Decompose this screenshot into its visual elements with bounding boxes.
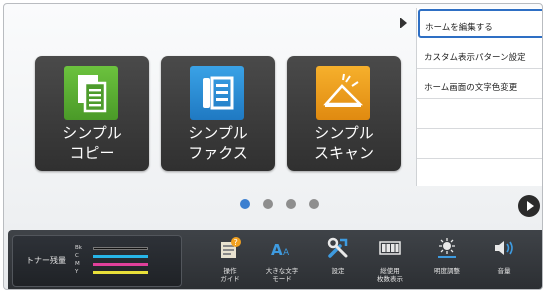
page-dot[interactable] xyxy=(286,199,296,209)
toner-label: トナー残量 xyxy=(26,256,66,265)
page-dot-active[interactable] xyxy=(240,199,250,209)
action-panel: ホームを編集する カスタム表示パターン設定 ホーム画面の文字色変更 xyxy=(416,8,542,189)
volume-icon xyxy=(495,241,513,255)
menu-item-custom-pattern[interactable]: カスタム表示パターン設定 xyxy=(417,39,542,69)
next-page-button[interactable] xyxy=(518,195,540,217)
settings-button[interactable]: 設定 xyxy=(314,232,362,289)
svg-text:A: A xyxy=(271,241,283,259)
brightness-icon xyxy=(438,238,456,258)
menu-item-empty xyxy=(417,159,542,189)
toner-row-black: Bk xyxy=(75,245,175,252)
simple-scan-tile[interactable]: シンプル スキャン xyxy=(287,56,401,171)
operation-guide-button[interactable]: ? 操作 ガイド xyxy=(206,232,254,289)
volume-button[interactable]: 音量 xyxy=(480,232,528,289)
page-indicator xyxy=(240,199,319,209)
simple-copy-tile[interactable]: シンプル コピー xyxy=(35,56,149,171)
simple-fax-tile[interactable]: シンプル ファクス xyxy=(161,56,275,171)
total-count-button[interactable]: 総使用 枚数表示 xyxy=(366,232,414,289)
scan-icon xyxy=(316,66,370,120)
home-screen: シンプル コピー シンプル ファクス シンプル スキャン ホームを編集する カス… xyxy=(3,3,543,290)
page-dot[interactable] xyxy=(263,199,273,209)
tile-label: シンプル ファクス xyxy=(188,124,248,162)
toner-level-panel[interactable]: トナー残量 Bk C M Y xyxy=(12,235,182,287)
menu-item-edit-home[interactable]: ホームを編集する xyxy=(418,9,542,38)
toner-row-yellow: Y xyxy=(75,269,175,276)
toner-row-magenta: M xyxy=(75,261,175,268)
guide-icon: ? xyxy=(221,237,241,258)
large-text-icon: A A xyxy=(271,241,290,259)
settings-icon xyxy=(327,237,348,258)
menu-item-empty xyxy=(417,129,542,159)
fax-icon xyxy=(190,66,244,120)
copy-icon xyxy=(64,66,118,120)
tile-label: シンプル スキャン xyxy=(313,124,374,162)
large-text-mode-button[interactable]: A A 大きな文字 モード xyxy=(258,232,306,289)
svg-text:A: A xyxy=(283,248,290,258)
tile-label: シンプル コピー xyxy=(62,124,122,162)
brightness-button[interactable]: 明度調整 xyxy=(423,232,471,289)
menu-item-text-color[interactable]: ホーム画面の文字色変更 xyxy=(417,69,542,99)
collapse-panel-icon[interactable] xyxy=(398,12,414,34)
page-dot[interactable] xyxy=(309,199,319,209)
menu-item-empty xyxy=(417,99,542,129)
toner-row-cyan: C xyxy=(75,253,175,260)
svg-text:?: ? xyxy=(234,238,238,247)
counter-icon xyxy=(379,241,401,255)
system-bar: トナー残量 Bk C M Y ? 操作 ガイド A A 大きな文字 モード 設定… xyxy=(8,230,542,289)
